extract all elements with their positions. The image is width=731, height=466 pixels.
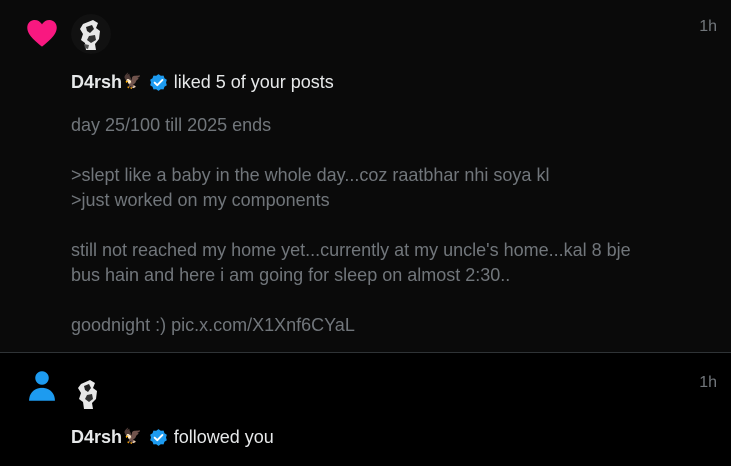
post-line: bus hain and here i am going for sleep o… (71, 265, 511, 285)
user-name-link[interactable]: D4rsh (71, 426, 122, 448)
verified-badge-icon (149, 428, 167, 446)
user-name-link[interactable]: D4rsh (71, 71, 122, 93)
timestamp: 1h (699, 18, 717, 35)
notification-like[interactable]: 1h D4rsh 🦅 liked 5 of your posts day 25/… (0, 0, 731, 353)
verified-badge-icon (149, 73, 167, 91)
notification-header: D4rsh 🦅 liked 5 of your posts (71, 71, 334, 93)
action-text: liked 5 of your posts (173, 72, 334, 92)
eagle-emoji: 🦅 (123, 428, 142, 445)
post-line: still not reached my home yet...currentl… (71, 240, 631, 260)
heart-icon (27, 19, 57, 47)
post-line: >slept like a baby in the whole day...co… (71, 165, 550, 185)
post-line: day 25/100 till 2025 ends (71, 115, 272, 135)
notification-header: D4rsh 🦅 followed you (71, 426, 274, 448)
post-line: goodnight :) pic.x.com/X1Xnf6CYaL (71, 315, 355, 335)
avatar[interactable] (71, 14, 111, 54)
person-icon (29, 371, 55, 401)
eagle-emoji: 🦅 (123, 73, 142, 90)
notification-follow[interactable]: 1h D4rsh 🦅 followed you (0, 354, 731, 466)
timestamp: 1h (699, 374, 717, 391)
notifications-feed: 1h D4rsh 🦅 liked 5 of your posts day 25/… (0, 0, 731, 466)
post-line: >just worked on my components (71, 190, 330, 210)
avatar[interactable] (71, 372, 107, 412)
post-preview[interactable]: day 25/100 till 2025 ends >slept like a … (71, 113, 711, 338)
action-text: followed you (173, 427, 274, 447)
